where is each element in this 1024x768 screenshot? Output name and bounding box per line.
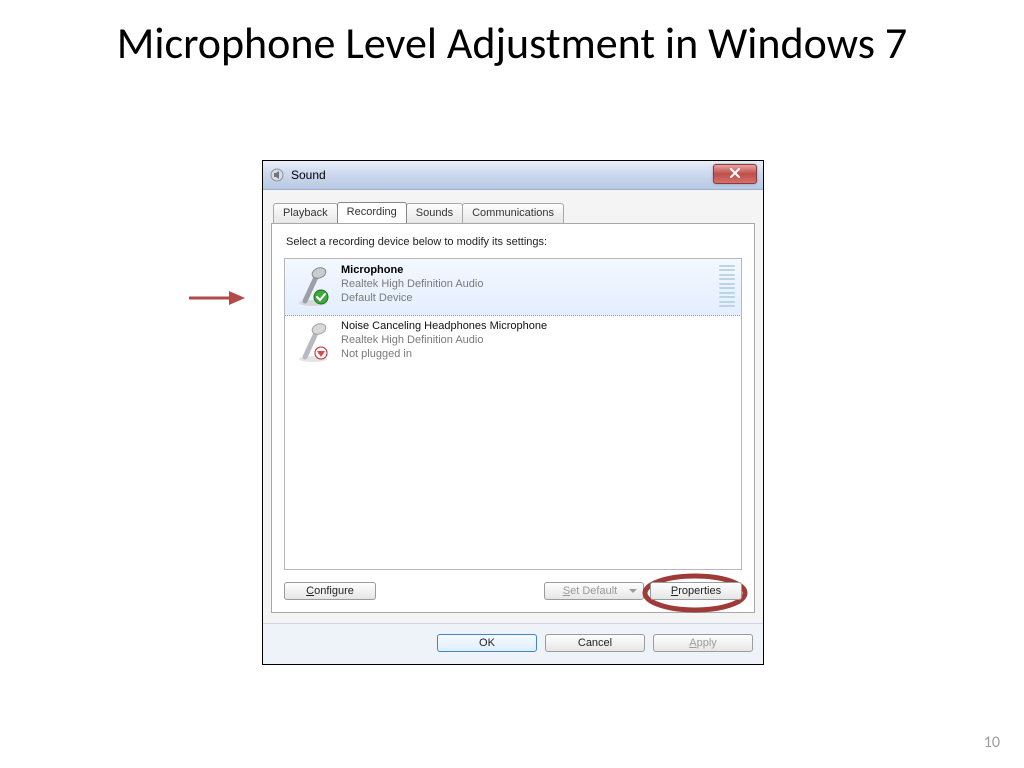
dialog-footer: OK Cancel Apply: [263, 623, 763, 664]
cancel-button[interactable]: Cancel: [545, 634, 645, 652]
instruction-text: Select a recording device below to modif…: [286, 236, 742, 248]
set-default-button[interactable]: Set Default: [544, 582, 644, 600]
close-button[interactable]: [713, 164, 757, 184]
tab-communications[interactable]: Communications: [462, 203, 564, 223]
device-list[interactable]: Microphone Realtek High Definition Audio…: [284, 258, 742, 570]
sound-dialog: Sound PlaybackRecordingSoundsCommunicati…: [262, 160, 764, 665]
tab-playback[interactable]: Playback: [273, 203, 338, 223]
apply-button[interactable]: Apply: [653, 634, 753, 652]
microphone-icon: [291, 319, 335, 363]
tab-panel: Select a recording device below to modif…: [271, 223, 755, 613]
microphone-icon: [291, 263, 335, 307]
tab-recording[interactable]: Recording: [337, 202, 407, 223]
tab-strip: PlaybackRecordingSoundsCommunications: [273, 202, 755, 224]
slide-title: Microphone Level Adjustment in Windows 7: [0, 18, 1024, 69]
close-icon: [729, 165, 741, 183]
speaker-icon: [269, 167, 285, 183]
device-row-headphones-mic[interactable]: Noise Canceling Headphones Microphone Re…: [285, 315, 741, 369]
properties-button[interactable]: Properties: [650, 582, 742, 600]
device-row-microphone[interactable]: Microphone Realtek High Definition Audio…: [284, 258, 742, 316]
device-driver: Realtek High Definition Audio: [341, 333, 735, 347]
configure-label: onfigure: [314, 585, 354, 597]
window-title: Sound: [291, 168, 326, 182]
titlebar[interactable]: Sound: [263, 161, 763, 190]
device-status: Default Device: [341, 291, 713, 305]
tab-sounds[interactable]: Sounds: [406, 203, 463, 223]
page-number: 10: [984, 733, 1000, 752]
level-meter: [719, 263, 735, 309]
device-driver: Realtek High Definition Audio: [341, 277, 713, 291]
configure-button[interactable]: Configure: [284, 582, 376, 600]
arrow-annotation: [185, 283, 245, 313]
ok-button[interactable]: OK: [437, 634, 537, 652]
device-name: Noise Canceling Headphones Microphone: [341, 319, 735, 333]
device-status: Not plugged in: [341, 347, 735, 361]
device-name: Microphone: [341, 263, 713, 277]
